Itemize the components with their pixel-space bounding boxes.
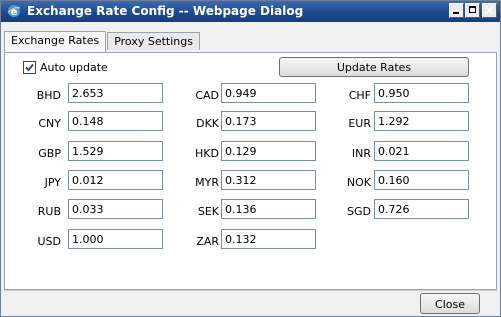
- rate-label-inr: INR: [351, 147, 371, 160]
- dialog-window: e Exchange Rate Config -- Webpage Dialog…: [0, 0, 501, 317]
- rate-input-sgd[interactable]: [374, 199, 469, 219]
- rate-input-nok[interactable]: [374, 170, 469, 190]
- rate-label-gbp: GBP: [38, 147, 61, 160]
- rate-label-hkd: HKD: [195, 147, 219, 160]
- rate-label-bhd: BHD: [36, 89, 61, 102]
- rate-label-dkk: DKK: [196, 117, 219, 130]
- maximize-button[interactable]: [465, 3, 480, 18]
- close-icon: ×: [484, 3, 495, 17]
- rate-input-dkk[interactable]: [221, 111, 316, 131]
- auto-update-label: Auto update: [40, 61, 108, 74]
- rate-input-cad[interactable]: [221, 83, 316, 103]
- rate-label-cny: CNY: [38, 117, 61, 130]
- rate-label-eur: EUR: [348, 117, 371, 130]
- title-bar[interactable]: e Exchange Rate Config -- Webpage Dialog…: [1, 1, 500, 22]
- rate-input-myr[interactable]: [221, 170, 316, 190]
- rate-label-rub: RUB: [37, 205, 61, 218]
- rate-input-inr[interactable]: [374, 141, 469, 161]
- tab-exchange-rates[interactable]: Exchange Rates: [4, 31, 107, 52]
- tab-strip: Exchange Rates Proxy Settings: [4, 31, 201, 52]
- rate-input-usd[interactable]: [68, 229, 163, 249]
- tab-proxy-settings[interactable]: Proxy Settings: [107, 32, 200, 50]
- rate-label-myr: MYR: [195, 176, 219, 189]
- rate-input-cny[interactable]: [68, 111, 163, 131]
- rate-label-jpy: JPY: [44, 176, 61, 189]
- rate-input-gbp[interactable]: [68, 141, 163, 161]
- rate-label-sgd: SGD: [347, 205, 371, 218]
- rate-input-zar[interactable]: [221, 229, 316, 249]
- rate-label-chf: CHF: [348, 89, 371, 102]
- footer-divider: [4, 290, 497, 291]
- minimize-button[interactable]: [449, 3, 464, 18]
- rate-label-usd: USD: [37, 235, 61, 248]
- ie-icon: e: [7, 5, 21, 18]
- rate-label-zar: ZAR: [196, 235, 219, 248]
- minimize-icon: [453, 12, 459, 14]
- close-window-button[interactable]: ×: [482, 3, 497, 18]
- update-rates-button[interactable]: Update Rates: [279, 57, 469, 77]
- auto-update-control[interactable]: Auto update: [23, 61, 108, 74]
- rate-label-nok: NOK: [346, 176, 371, 189]
- rate-input-jpy[interactable]: [68, 170, 163, 190]
- close-button[interactable]: Close: [420, 293, 480, 314]
- auto-update-checkbox[interactable]: [23, 61, 36, 74]
- rate-input-eur[interactable]: [374, 111, 469, 131]
- window-title: Exchange Rate Config -- Webpage Dialog: [27, 4, 304, 18]
- rate-input-chf[interactable]: [374, 83, 469, 103]
- rate-input-bhd[interactable]: [68, 83, 163, 103]
- rate-input-sek[interactable]: [221, 199, 316, 219]
- checkmark-icon: [25, 63, 34, 72]
- rate-label-sek: SEK: [197, 205, 219, 218]
- maximize-icon: [469, 6, 476, 13]
- rate-input-rub[interactable]: [68, 199, 163, 219]
- rate-label-cad: CAD: [195, 89, 219, 102]
- rate-input-hkd[interactable]: [221, 141, 316, 161]
